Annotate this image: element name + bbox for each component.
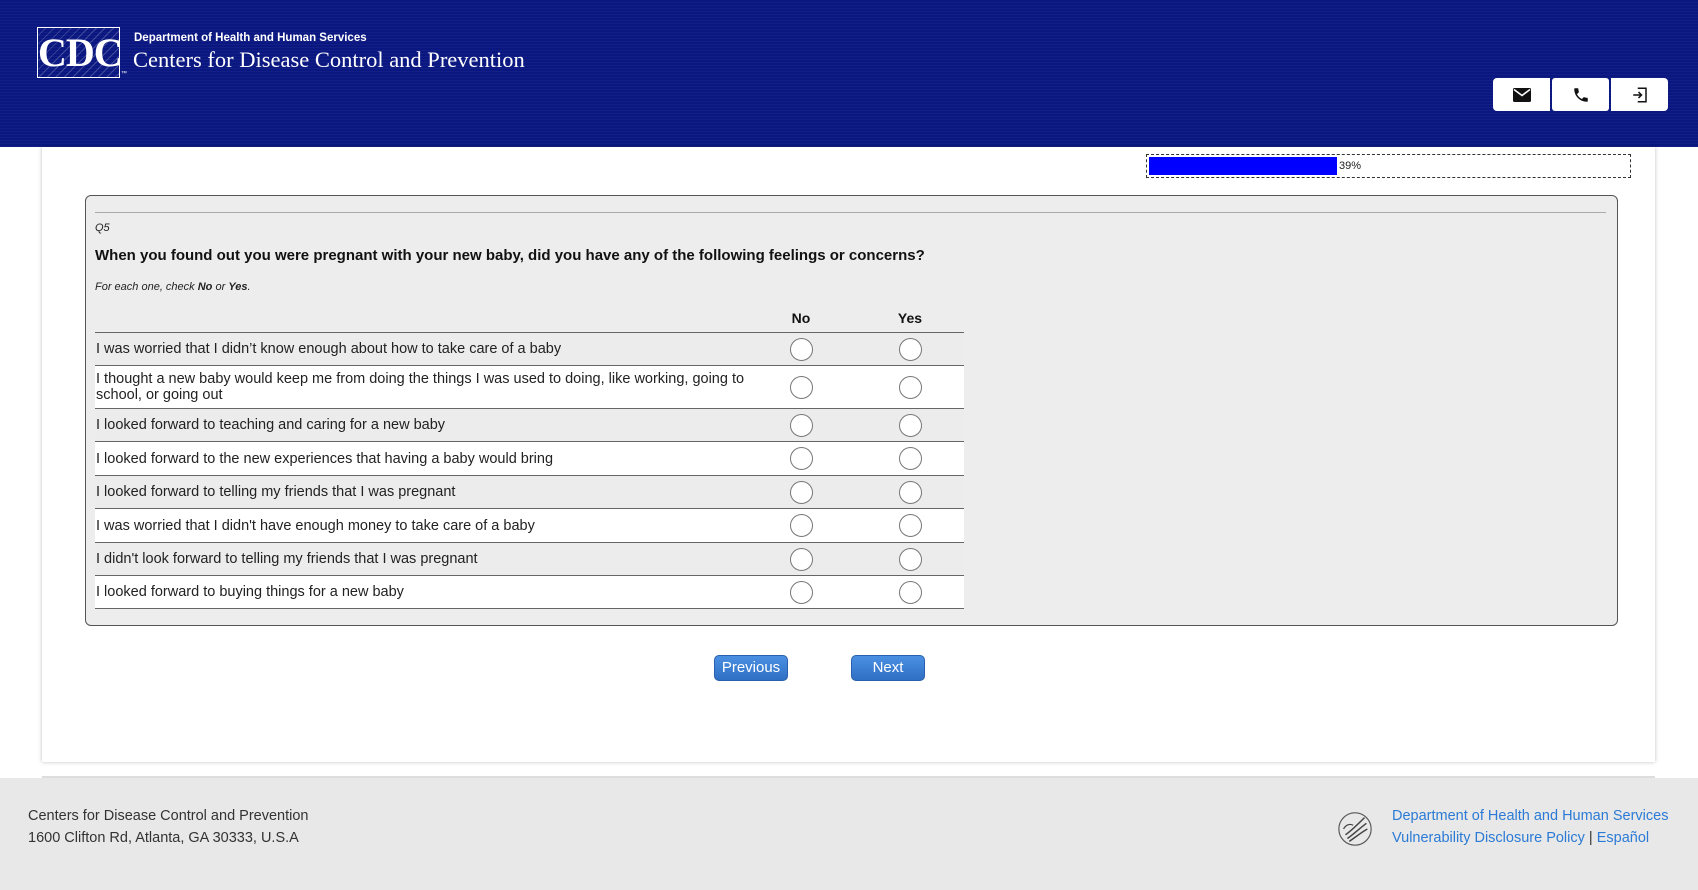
vulnerability-disclosure-link[interactable]: Vulnerability Disclosure Policy bbox=[1392, 830, 1585, 846]
radio-no[interactable] bbox=[789, 375, 813, 399]
row-label: I was worried that I didn’t know enough … bbox=[96, 341, 562, 357]
question-row: I was worried that I didn’t know enough … bbox=[95, 332, 964, 365]
response-grid: No Yes I was worried that I didn’t know … bbox=[95, 306, 964, 609]
previous-button[interactable]: Previous bbox=[714, 655, 788, 681]
footer-org-name: Centers for Disease Control and Preventi… bbox=[28, 808, 309, 824]
row-label: I didn't look forward to telling my frie… bbox=[96, 551, 478, 567]
column-header-yes: Yes bbox=[897, 310, 923, 326]
question-text: When you found out you were pregnant wit… bbox=[95, 247, 925, 264]
footer-links: Vulnerability Disclosure Policy | Españo… bbox=[1392, 830, 1649, 846]
progress-bar: 39% bbox=[1146, 154, 1631, 178]
next-button[interactable]: Next bbox=[851, 655, 925, 681]
divider bbox=[95, 212, 1606, 213]
radio-yes[interactable] bbox=[898, 413, 922, 437]
instruction-text: or bbox=[212, 281, 229, 293]
progress-fill bbox=[1149, 157, 1337, 175]
radio-yes[interactable] bbox=[898, 375, 922, 399]
espanol-link[interactable]: Español bbox=[1597, 830, 1649, 846]
progress-label: 39% bbox=[1339, 160, 1362, 172]
instruction-no: No bbox=[197, 281, 213, 293]
agency-name: Centers for Disease Control and Preventi… bbox=[133, 47, 525, 72]
question-row: I looked forward to telling my friends t… bbox=[95, 475, 964, 508]
cdc-logo[interactable]: CDC bbox=[37, 27, 120, 78]
question-panel: Q5 When you found out you were pregnant … bbox=[85, 195, 1618, 626]
radio-no[interactable] bbox=[789, 480, 813, 504]
grid-header: No Yes bbox=[95, 306, 964, 332]
radio-yes[interactable] bbox=[898, 580, 922, 604]
question-row: I didn't look forward to telling my frie… bbox=[95, 542, 964, 575]
link-separator: | bbox=[1588, 830, 1597, 846]
hhs-eagle-icon bbox=[1338, 812, 1372, 846]
site-footer: Centers for Disease Control and Preventi… bbox=[0, 778, 1698, 890]
radio-yes[interactable] bbox=[898, 480, 922, 504]
radio-yes[interactable] bbox=[898, 514, 922, 537]
radio-no[interactable] bbox=[789, 447, 813, 470]
row-label: I looked forward to telling my friends t… bbox=[96, 484, 456, 500]
instruction-text: For each one, check bbox=[95, 281, 198, 293]
radio-no[interactable] bbox=[789, 514, 813, 537]
instruction-yes: Yes bbox=[228, 281, 248, 293]
radio-no[interactable] bbox=[789, 413, 813, 437]
column-header-no: No bbox=[791, 310, 811, 326]
instruction-text: . bbox=[247, 281, 251, 293]
radio-yes[interactable] bbox=[898, 547, 922, 571]
phone-icon bbox=[1573, 87, 1588, 102]
email-button[interactable] bbox=[1493, 78, 1550, 111]
question-number: Q5 bbox=[95, 222, 110, 234]
logo-trademark: ™ bbox=[121, 71, 127, 77]
question-row: I looked forward to buying things for a … bbox=[95, 575, 964, 609]
row-label: I was worried that I didn't have enough … bbox=[96, 517, 535, 534]
phone-button[interactable] bbox=[1552, 78, 1609, 111]
question-row: I looked forward to the new experiences … bbox=[95, 441, 964, 475]
exit-button[interactable] bbox=[1611, 78, 1668, 111]
hhs-link[interactable]: Department of Health and Human Services bbox=[1392, 808, 1668, 824]
row-label: I looked forward to buying things for a … bbox=[96, 584, 404, 600]
radio-no[interactable] bbox=[789, 547, 813, 571]
radio-no[interactable] bbox=[789, 580, 813, 604]
question-row: I looked forward to teaching and caring … bbox=[95, 408, 964, 441]
radio-no[interactable] bbox=[789, 337, 813, 361]
radio-yes[interactable] bbox=[898, 337, 922, 361]
row-label: I thought a new baby would keep me from … bbox=[96, 371, 745, 403]
header-button-group bbox=[1493, 78, 1668, 111]
radio-yes[interactable] bbox=[898, 447, 922, 470]
question-row: I was worried that I didn't have enough … bbox=[95, 508, 964, 542]
question-instruction: For each one, check No or Yes. bbox=[95, 281, 251, 293]
question-row: I thought a new baby would keep me from … bbox=[95, 365, 964, 408]
department-name: Department of Health and Human Services bbox=[134, 32, 367, 44]
mail-icon bbox=[1512, 87, 1531, 102]
row-label: I looked forward to the new experiences … bbox=[96, 450, 554, 467]
row-label: I looked forward to teaching and caring … bbox=[96, 417, 446, 433]
footer-address: 1600 Clifton Rd, Atlanta, GA 30333, U.S.… bbox=[28, 830, 299, 846]
logo-text: CDC bbox=[38, 30, 120, 75]
site-header: CDC ™ Department of Health and Human Ser… bbox=[0, 0, 1698, 147]
exit-icon bbox=[1632, 87, 1647, 102]
